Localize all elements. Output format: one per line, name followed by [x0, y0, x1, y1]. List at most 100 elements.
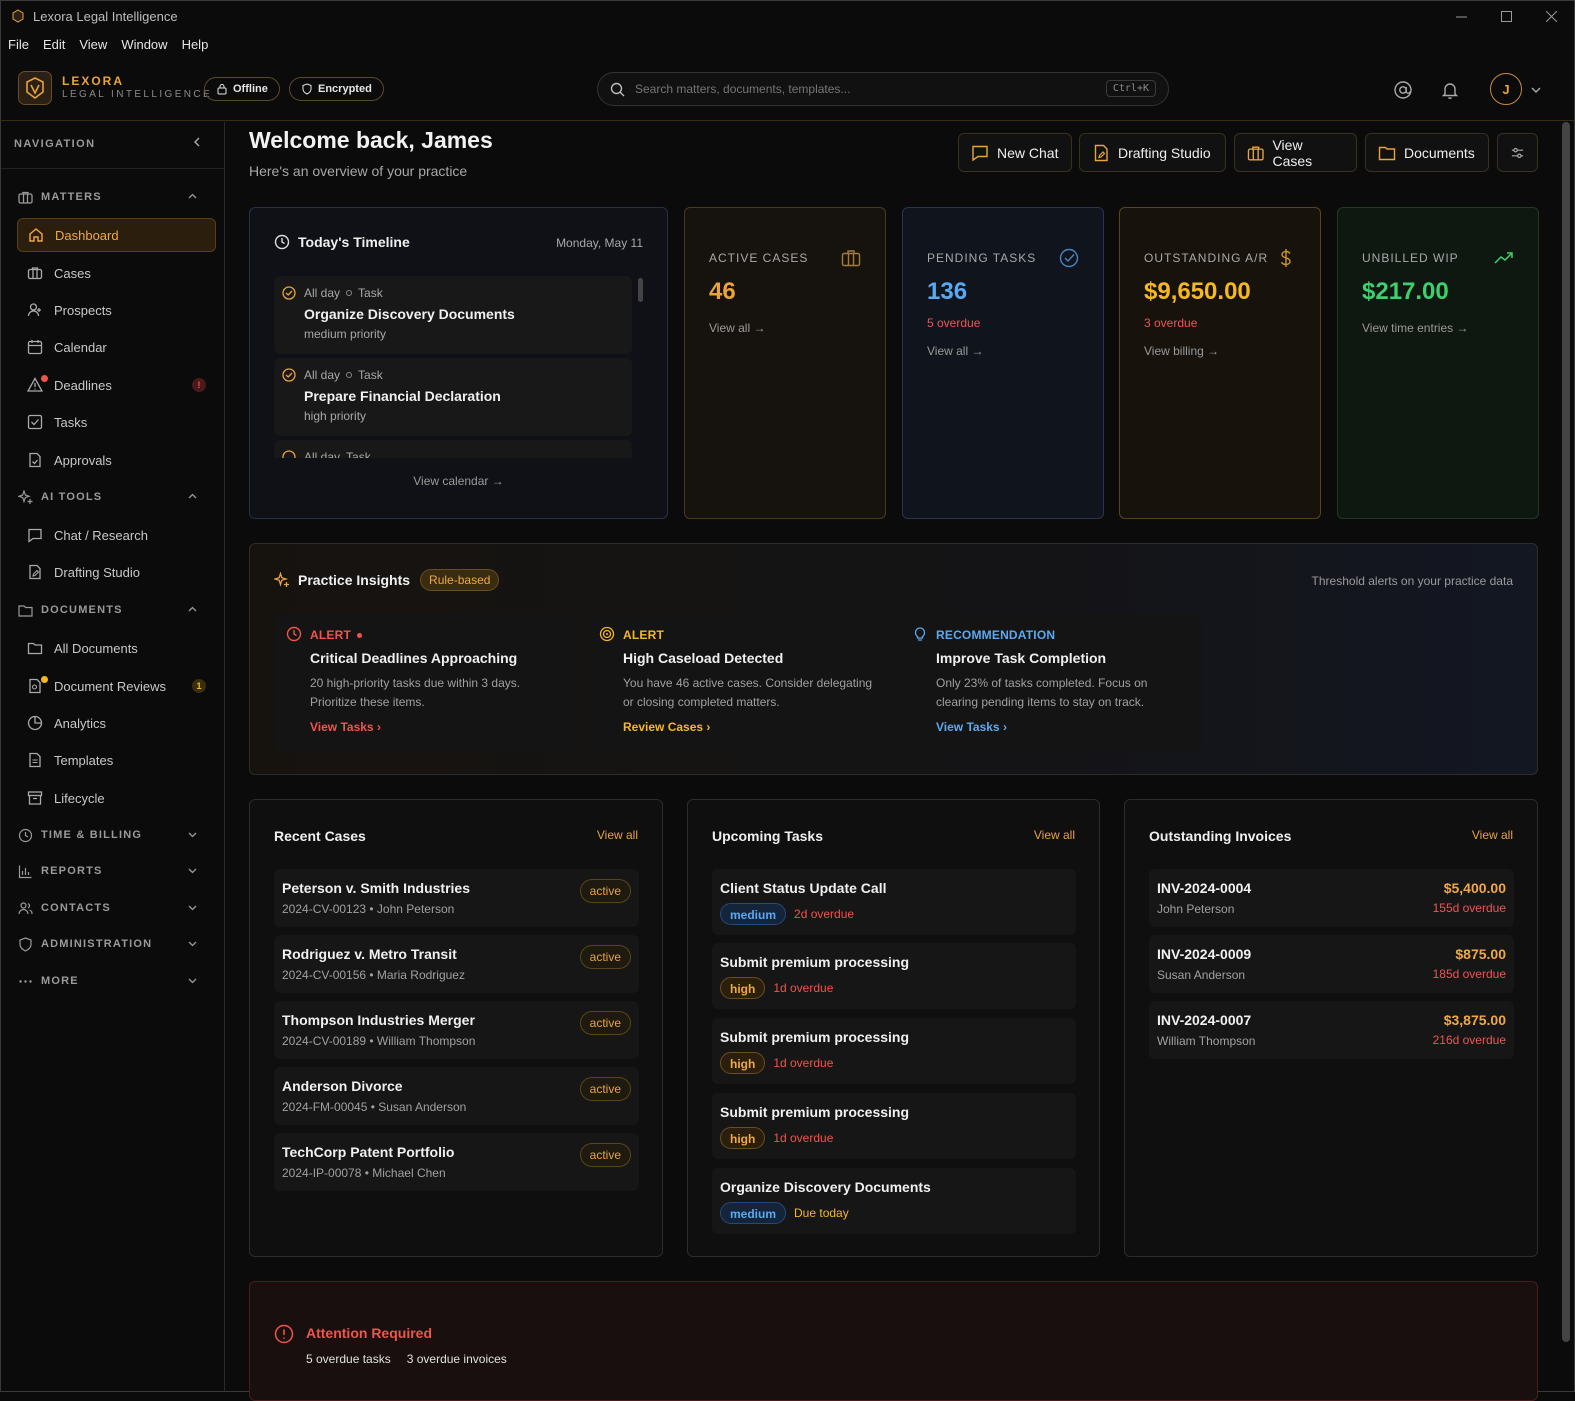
search-input[interactable] — [635, 82, 1095, 96]
sidebar-item-document-reviews[interactable]: Document Reviews 1 — [17, 669, 216, 703]
collapse-sidebar-button[interactable] — [191, 136, 203, 151]
case-row[interactable]: Thompson Industries Merger 2024-CV-00189… — [274, 1001, 639, 1059]
sidebar-item-approvals[interactable]: Approvals — [17, 443, 216, 477]
menu-window[interactable]: Window — [121, 37, 167, 52]
overdue-tasks-count[interactable]: 5 overdue tasks — [306, 1352, 391, 1366]
stat-link[interactable]: View billing → — [1144, 344, 1219, 358]
sidebar-item-dashboard[interactable]: Dashboard — [17, 218, 216, 252]
trending-up-icon — [1494, 248, 1514, 268]
notifications-button[interactable] — [1439, 79, 1461, 101]
nav-section-time-billing[interactable]: TIME & BILLING — [18, 825, 210, 845]
maximize-button[interactable] — [1484, 1, 1529, 31]
user-avatar[interactable]: J — [1490, 73, 1522, 105]
sidebar-item-label: Templates — [54, 753, 113, 768]
encrypted-status-pill[interactable]: Encrypted — [289, 77, 384, 101]
nav-section-contacts[interactable]: CONTACTS — [18, 898, 210, 918]
overdue-invoices-count[interactable]: 3 overdue invoices — [407, 1352, 507, 1366]
case-row[interactable]: Rodriguez v. Metro Transit 2024-CV-00156… — [274, 935, 639, 993]
timeline-item[interactable]: All dayTask Organize Discovery Documents… — [274, 276, 632, 354]
nav-section-administration[interactable]: ADMINISTRATION — [18, 934, 210, 954]
insight-link[interactable]: View Tasks › — [310, 720, 576, 734]
minimize-button[interactable] — [1439, 1, 1484, 31]
timeline-kind: Task — [346, 450, 371, 458]
sidebar-item-chat-research[interactable]: Chat / Research — [17, 518, 216, 552]
invoice-row[interactable]: INV-2024-0004 John Peterson $5,400.00 15… — [1149, 869, 1514, 927]
stat-card-active-cases[interactable]: ACTIVE CASES 46 View all → — [684, 207, 886, 519]
insight-link[interactable]: Review Cases › — [623, 720, 889, 734]
timeline-kind: Task — [358, 286, 383, 300]
sidebar-item-drafting-studio[interactable]: Drafting Studio — [17, 555, 216, 589]
task-row[interactable]: Submit premium processing high1d overdue — [712, 1093, 1076, 1159]
upcoming-tasks-view-all[interactable]: View all — [1034, 828, 1075, 842]
nav-section-ai-tools[interactable]: AI TOOLS — [18, 487, 210, 507]
stat-link-label: View time entries — [1362, 321, 1453, 335]
nav-section-documents[interactable]: DOCUMENTS — [18, 600, 210, 620]
nav-section-reports[interactable]: REPORTS — [18, 861, 210, 881]
menu-file[interactable]: File — [8, 37, 29, 52]
file-check-icon — [27, 452, 43, 468]
case-row[interactable]: Anderson Divorce 2024-FM-00045 • Susan A… — [274, 1067, 639, 1125]
invoice-amount: $5,400.00 — [1444, 880, 1506, 896]
sidebar-item-tasks[interactable]: Tasks — [17, 405, 216, 439]
stat-link[interactable]: View time entries → — [1362, 321, 1469, 335]
case-row[interactable]: Peterson v. Smith Industries 2024-CV-001… — [274, 869, 639, 927]
documents-button[interactable]: Documents — [1365, 133, 1489, 172]
drafting-studio-button[interactable]: Drafting Studio — [1079, 133, 1226, 172]
sidebar-item-deadlines[interactable]: Deadlines ! — [17, 368, 216, 402]
recent-cases-view-all[interactable]: View all — [597, 828, 638, 842]
task-row[interactable]: Client Status Update Call medium2d overd… — [712, 869, 1076, 935]
close-button[interactable] — [1529, 1, 1574, 31]
window-title: Lexora Legal Intelligence — [33, 9, 178, 24]
sidebar-item-templates[interactable]: Templates — [17, 743, 216, 777]
customize-dashboard-button[interactable] — [1497, 133, 1538, 172]
menu-help[interactable]: Help — [182, 37, 209, 52]
sidebar-item-prospects[interactable]: Prospects — [17, 293, 216, 327]
task-due: 1d overdue — [773, 981, 833, 995]
sidebar-item-all-documents[interactable]: All Documents — [17, 631, 216, 665]
search-bar[interactable]: Ctrl+K — [597, 72, 1169, 106]
mentions-button[interactable] — [1392, 79, 1414, 101]
timeline-scrollbar[interactable] — [638, 278, 643, 302]
view-cases-button[interactable]: View Cases — [1234, 133, 1357, 172]
case-row[interactable]: TechCorp Patent Portfolio 2024-IP-00078 … — [274, 1133, 639, 1191]
stat-card-unbilled-wip[interactable]: UNBILLED WIP $217.00 View time entries → — [1337, 207, 1539, 519]
priority-badge: medium — [720, 903, 786, 925]
invoice-row[interactable]: INV-2024-0007 William Thompson $3,875.00… — [1149, 1001, 1514, 1059]
briefcase-icon — [18, 190, 33, 205]
stat-card-outstanding-ar[interactable]: OUTSTANDING A/R $9,650.00 3 overdue View… — [1119, 207, 1321, 519]
timeline-item[interactable]: All dayTask — [274, 440, 632, 458]
nav-section-matters[interactable]: MATTERS — [18, 187, 210, 207]
timeline-item[interactable]: All dayTask Prepare Financial Declaratio… — [274, 358, 632, 436]
insight-link[interactable]: View Tasks › — [936, 720, 1202, 734]
menu-view[interactable]: View — [79, 37, 107, 52]
sidebar-item-cases[interactable]: Cases — [17, 256, 216, 290]
case-meta: 2024-CV-00189 • William Thompson — [282, 1034, 639, 1048]
invoice-row[interactable]: INV-2024-0009 Susan Anderson $875.00 185… — [1149, 935, 1514, 993]
brand[interactable]: LEXORA LEGAL INTELLIGENCE — [18, 71, 212, 105]
page-scrollbar[interactable] — [1562, 122, 1570, 1342]
sparkles-icon — [274, 572, 290, 588]
sidebar-item-calendar[interactable]: Calendar — [17, 330, 216, 364]
sidebar-item-label: Cases — [54, 266, 91, 281]
sidebar-item-lifecycle[interactable]: Lifecycle — [17, 781, 216, 815]
menu-edit[interactable]: Edit — [43, 37, 65, 52]
invoices-view-all[interactable]: View all — [1472, 828, 1513, 842]
task-row[interactable]: Submit premium processing high1d overdue — [712, 1018, 1076, 1084]
task-row[interactable]: Organize Discovery Documents mediumDue t… — [712, 1168, 1076, 1234]
task-row[interactable]: Submit premium processing high1d overdue — [712, 943, 1076, 1009]
timeline-header: Today's Timeline — [274, 234, 410, 250]
stat-link[interactable]: View all → — [927, 344, 983, 358]
view-calendar-link[interactable]: View calendar → — [250, 474, 667, 488]
status-badge: active — [580, 1077, 631, 1101]
sidebar-item-label: Document Reviews — [54, 679, 166, 694]
user-menu-toggle[interactable] — [1525, 79, 1547, 101]
nav-section-more[interactable]: MORE — [18, 971, 210, 991]
stat-note: 3 overdue — [1144, 316, 1197, 330]
task-due: 2d overdue — [794, 907, 854, 921]
sidebar-item-label: Dashboard — [55, 228, 119, 243]
stat-link[interactable]: View all → — [709, 321, 765, 335]
offline-status-pill[interactable]: Offline — [204, 77, 280, 101]
stat-card-pending-tasks[interactable]: PENDING TASKS 136 5 overdue View all → — [902, 207, 1104, 519]
new-chat-button[interactable]: New Chat — [958, 133, 1072, 172]
sidebar-item-analytics[interactable]: Analytics — [17, 706, 216, 740]
